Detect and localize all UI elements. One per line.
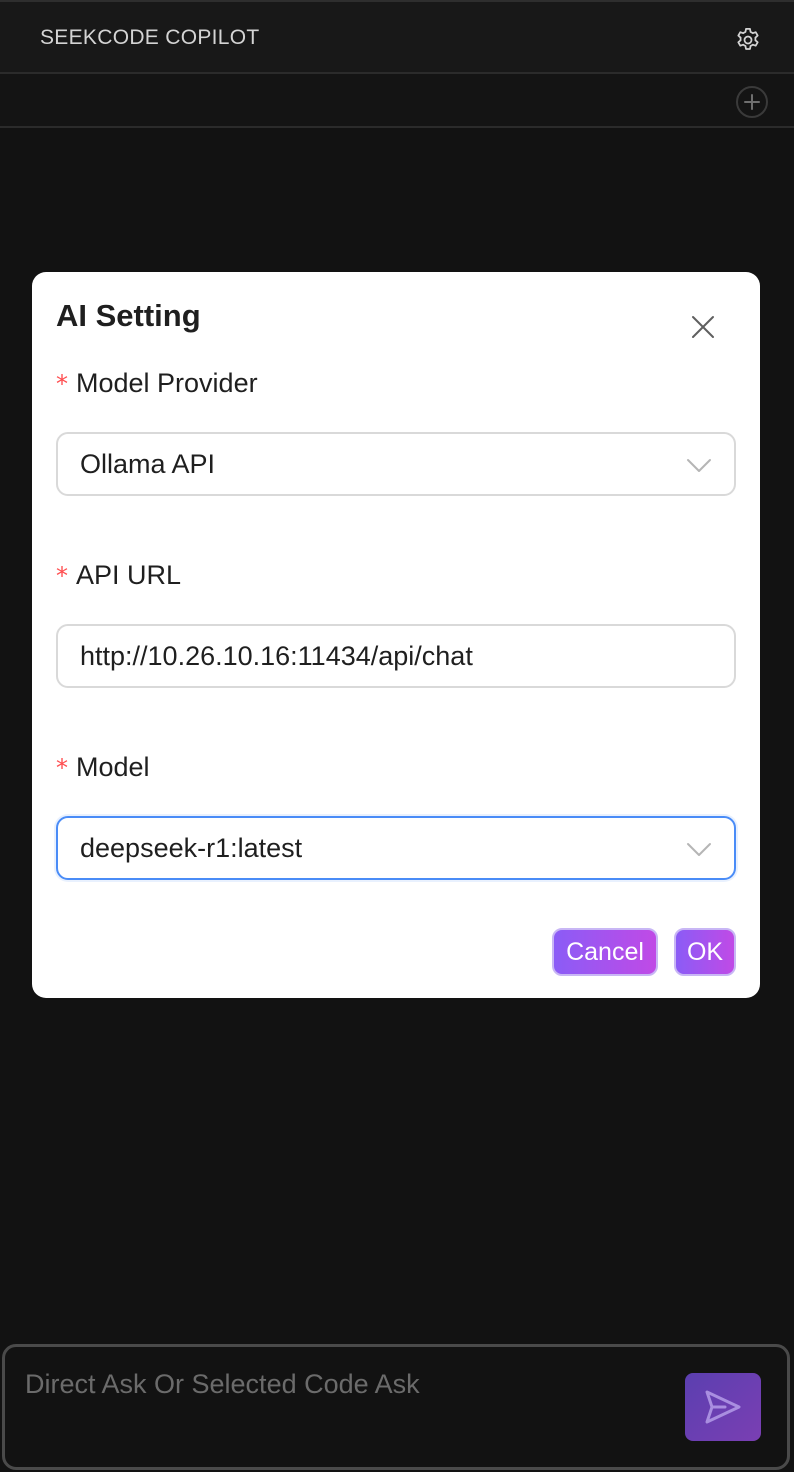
api-url-label: * API URL: [56, 560, 181, 591]
ok-button[interactable]: OK: [674, 928, 736, 976]
ai-setting-dialog: AI Setting * Model Provider Ollama API * A…: [32, 272, 760, 998]
ask-input[interactable]: [25, 1369, 665, 1400]
dialog-title: AI Setting: [56, 298, 201, 333]
required-mark: *: [56, 754, 68, 782]
send-icon: [705, 1390, 741, 1424]
api-url-field[interactable]: [56, 624, 736, 688]
send-button[interactable]: [685, 1373, 761, 1441]
model-provider-label-text: Model Provider: [76, 368, 258, 398]
model-label-text: Model: [76, 752, 150, 782]
api-url-input[interactable]: [80, 640, 700, 672]
panel-title: SEEKCODE COPILOT: [40, 26, 260, 49]
gear-icon: [737, 28, 759, 50]
model-provider-select[interactable]: Ollama API: [56, 432, 736, 496]
composer: [2, 1344, 790, 1470]
model-value: deepseek-r1:latest: [80, 832, 303, 863]
panel-header: SEEKCODE COPILOT: [0, 0, 794, 74]
copilot-panel: SEEKCODE COPILOT AI Setting * Model Provi…: [0, 0, 794, 1472]
settings-button[interactable]: [732, 24, 764, 56]
chat-toolbar: [0, 74, 794, 128]
api-url-label-text: API URL: [76, 560, 182, 590]
model-provider-label: * Model Provider: [56, 368, 258, 399]
cancel-button[interactable]: Cancel: [552, 928, 658, 976]
model-label: * Model: [56, 752, 150, 783]
required-mark: *: [56, 370, 68, 398]
close-icon: [692, 316, 714, 338]
model-select[interactable]: deepseek-r1:latest: [56, 816, 736, 880]
plus-icon: [744, 94, 760, 110]
chevron-down-icon: [687, 459, 711, 472]
model-provider-value: Ollama API: [80, 448, 216, 479]
close-button[interactable]: [688, 312, 718, 342]
required-mark: *: [56, 562, 68, 590]
new-chat-button[interactable]: [736, 86, 768, 118]
chevron-down-icon: [687, 843, 711, 856]
